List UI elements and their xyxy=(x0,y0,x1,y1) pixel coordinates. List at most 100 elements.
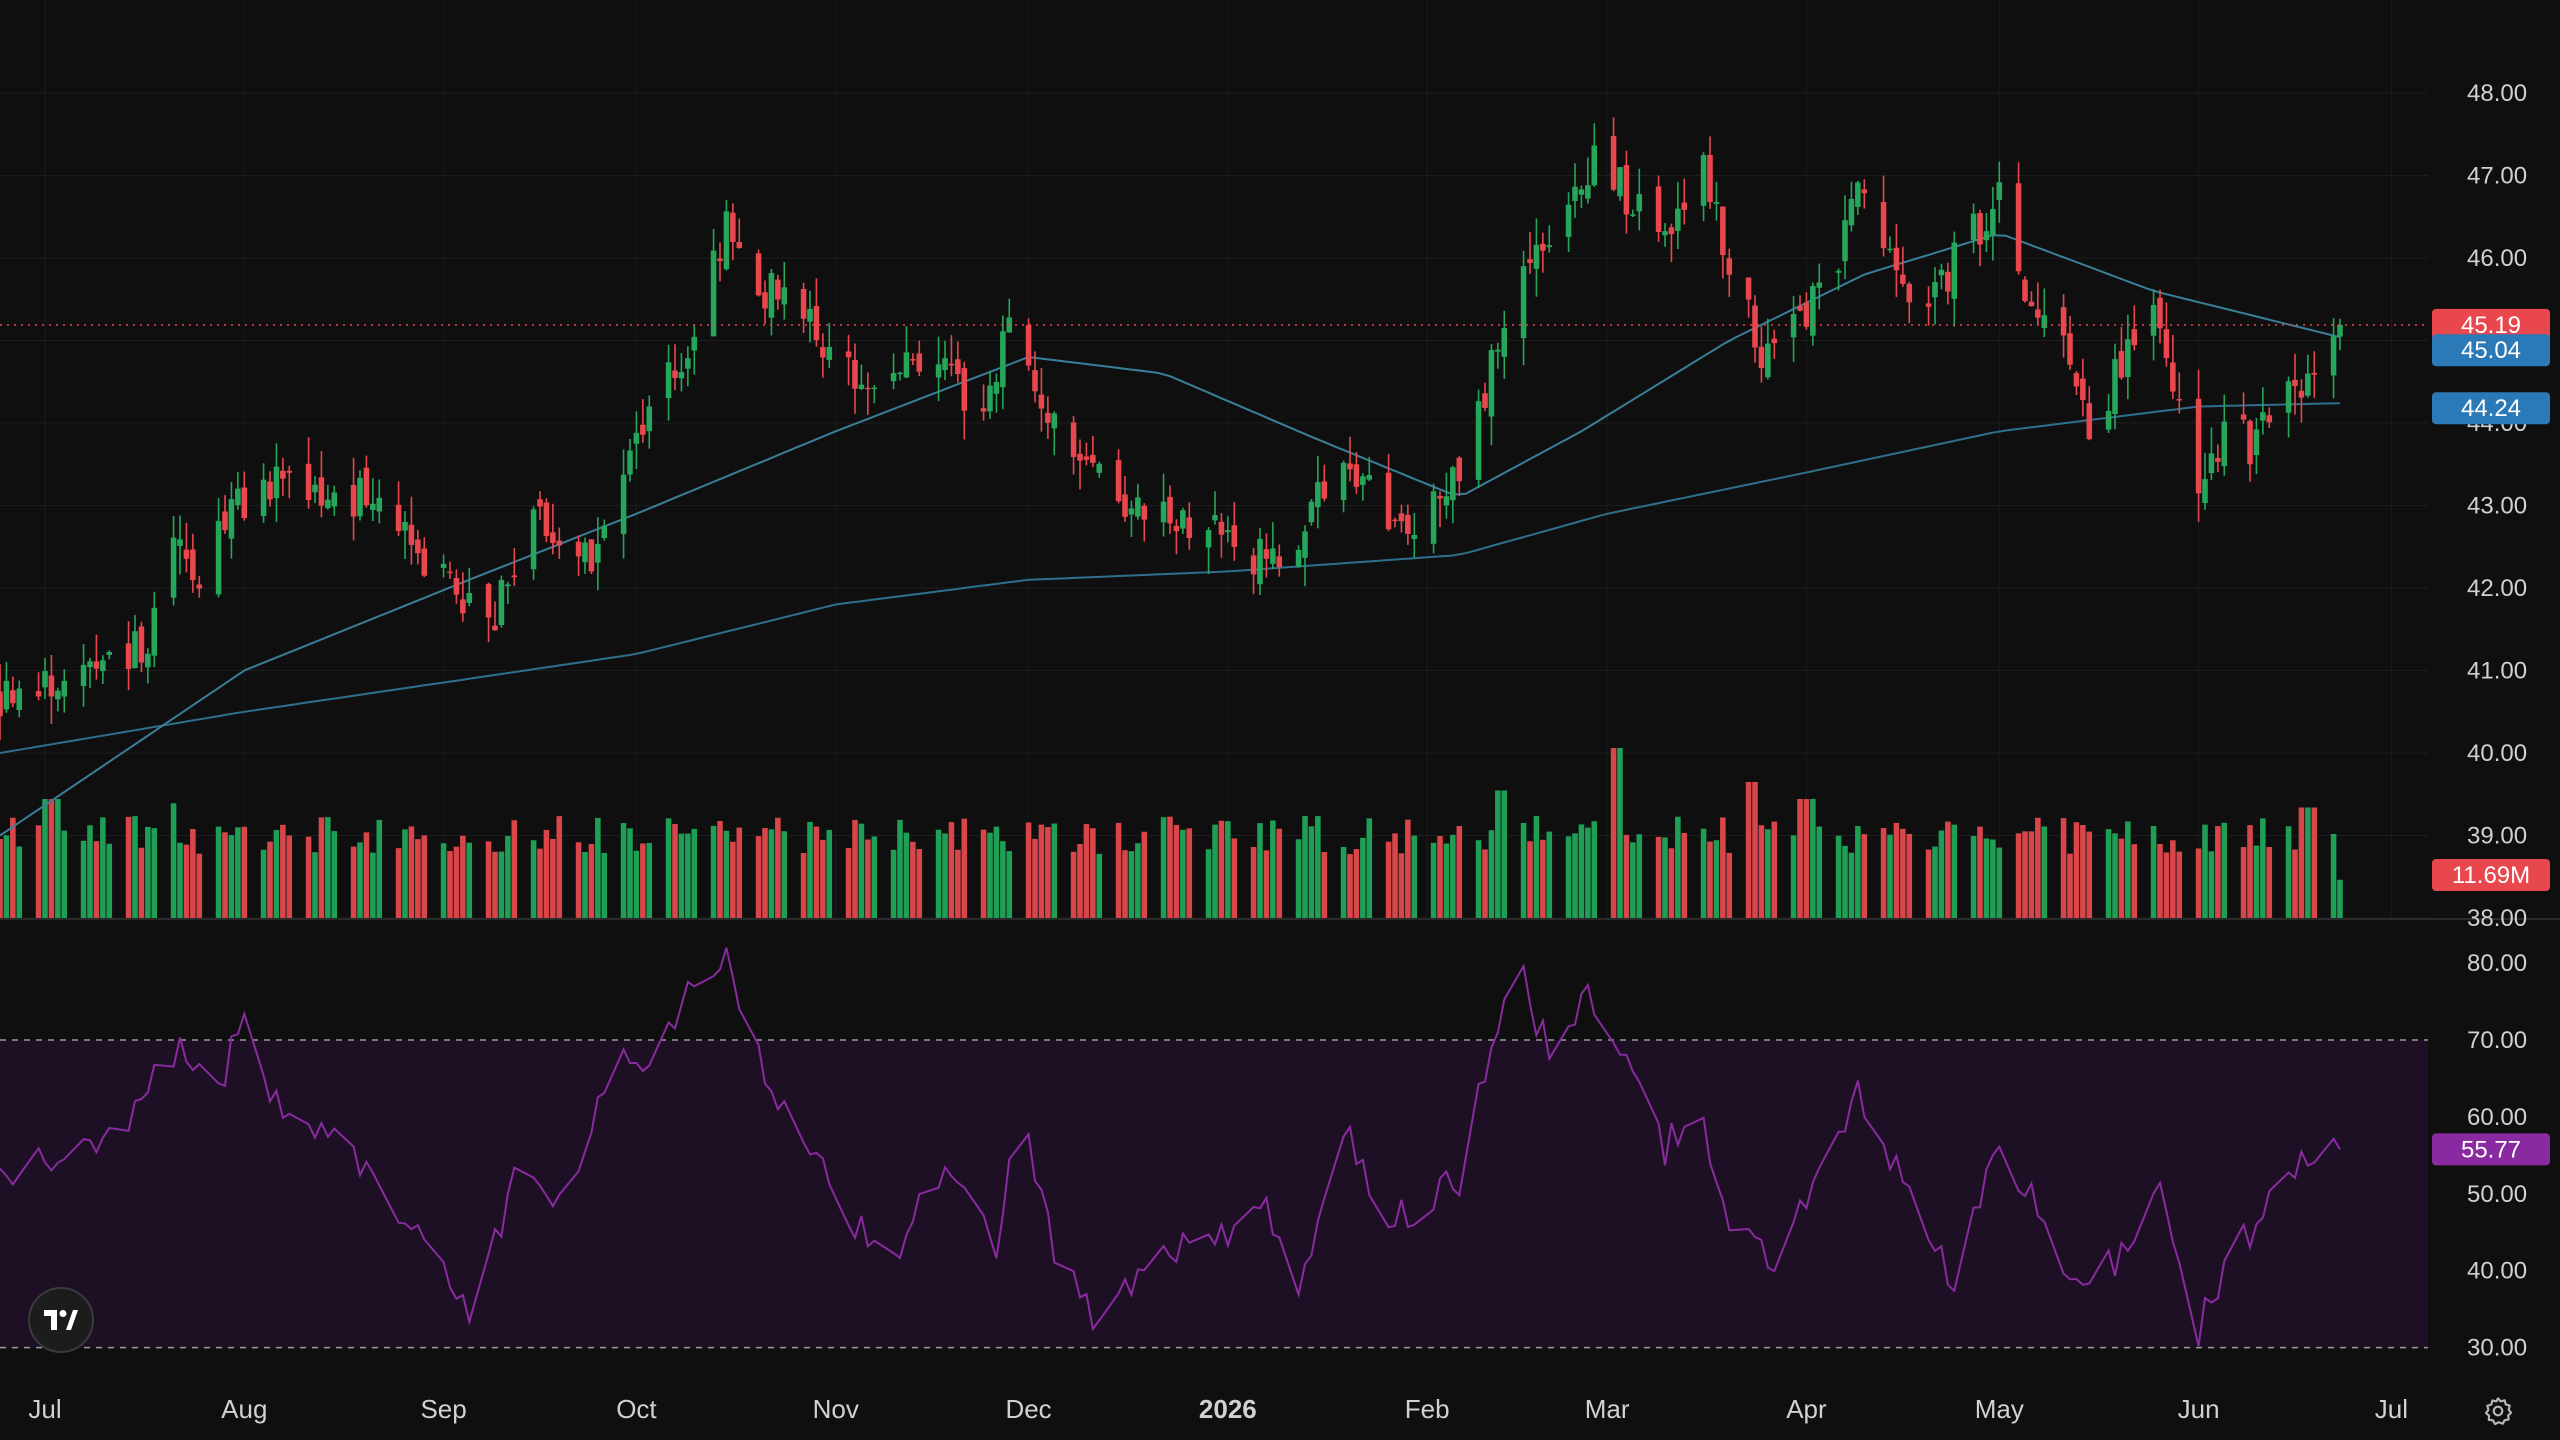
volume-bar xyxy=(1720,817,1726,918)
candle-down xyxy=(2240,414,2247,420)
volume-bar xyxy=(1700,828,1707,918)
volume-bar xyxy=(10,817,16,918)
candle-down xyxy=(196,584,203,589)
candle-down xyxy=(511,575,518,578)
volume-bar xyxy=(1000,841,1006,918)
volume-bar xyxy=(955,849,961,918)
candle-up xyxy=(678,372,685,379)
candle-up xyxy=(2202,479,2208,504)
volume-bar xyxy=(1070,851,1077,918)
volume-bar xyxy=(2176,851,2183,918)
time-tick-label: 2026 xyxy=(1199,1394,1257,1424)
volume-bar xyxy=(0,838,3,918)
candle-down xyxy=(2170,362,2176,392)
candle-down xyxy=(1115,460,1122,502)
candle-up xyxy=(807,308,813,322)
candle-down xyxy=(395,504,402,532)
volume-bar xyxy=(1045,827,1051,918)
volume-bar xyxy=(35,825,42,918)
candle-down xyxy=(241,487,248,519)
volume-bar xyxy=(100,817,106,918)
candle-up xyxy=(1520,266,1527,339)
candle-up xyxy=(1340,462,1347,501)
volume-bar xyxy=(1668,848,1675,918)
volume-bar xyxy=(582,851,588,918)
candle-up xyxy=(215,520,222,595)
candle-up xyxy=(1450,467,1456,501)
volume-bar xyxy=(453,846,460,918)
candle-up xyxy=(942,358,948,370)
volume-bar xyxy=(2118,838,2125,918)
candle-up xyxy=(595,544,601,563)
volume-bar xyxy=(575,842,582,918)
volume-bar xyxy=(871,836,878,918)
candle-down xyxy=(1681,202,1688,210)
volume-bar xyxy=(1945,821,1951,918)
volume-bar xyxy=(228,835,235,918)
volume-bar xyxy=(640,843,646,918)
volume-bar xyxy=(87,825,93,918)
candle-up xyxy=(1591,145,1598,186)
volume-bar xyxy=(125,816,132,918)
volume-bar xyxy=(460,835,466,918)
candle-down xyxy=(672,370,678,378)
candle-up xyxy=(1835,270,1842,273)
volume-bar xyxy=(505,835,511,918)
candle-up xyxy=(235,488,241,506)
candle-down xyxy=(0,691,3,717)
tradingview-logo-icon[interactable] xyxy=(28,1287,94,1353)
volume-bar xyxy=(2060,818,2067,918)
volume-bar xyxy=(498,851,505,918)
stock-chart[interactable]: 48.0047.0046.0045.0044.0043.0042.0041.00… xyxy=(0,0,2560,1440)
candle-down xyxy=(2015,183,2022,272)
volume-bar xyxy=(1160,817,1167,918)
candle-up xyxy=(1302,531,1308,558)
volume-bar xyxy=(813,826,820,918)
rsi-tick-label: 50.00 xyxy=(2467,1181,2527,1208)
candle-up xyxy=(1430,491,1437,544)
candle-up xyxy=(993,382,1000,394)
candle-down xyxy=(1276,556,1283,567)
volume-bar xyxy=(2247,825,2253,918)
price-tick-label: 39.00 xyxy=(2467,823,2527,850)
price-tick-label: 48.00 xyxy=(2467,80,2527,107)
candle-up xyxy=(55,690,61,700)
volume-bar xyxy=(2112,833,2118,918)
candle-down xyxy=(2086,403,2093,440)
candle-down xyxy=(1456,457,1463,482)
candle-up xyxy=(260,479,267,517)
candle-up xyxy=(273,466,280,499)
volume-bar xyxy=(627,828,633,918)
volume-bar xyxy=(948,822,955,918)
candle-up xyxy=(1983,231,1990,241)
candle-down xyxy=(1655,186,1662,233)
volume-bar xyxy=(2202,824,2208,918)
candle-down xyxy=(1803,302,1810,327)
rsi-tick-label: 40.00 xyxy=(2467,1258,2527,1285)
volume-bar xyxy=(1006,851,1013,918)
volume-bar xyxy=(492,851,498,918)
candle-up xyxy=(1713,202,1720,204)
volume-bar xyxy=(1520,822,1527,918)
candle-down xyxy=(2311,372,2318,375)
candle-up xyxy=(601,525,608,539)
settings-button[interactable] xyxy=(2478,1391,2518,1431)
candle-down xyxy=(575,541,582,557)
candle-up xyxy=(1051,413,1058,429)
candle-up xyxy=(42,671,48,688)
volume-bar xyxy=(1925,849,1932,918)
candle-down xyxy=(1900,274,1906,284)
candle-down xyxy=(421,548,428,576)
volume-bar xyxy=(190,829,196,918)
volume-bar xyxy=(2125,821,2131,918)
candle-down xyxy=(1321,481,1328,499)
candle-down xyxy=(1250,555,1257,575)
candle-down xyxy=(2060,307,2067,336)
volume-bar xyxy=(177,842,183,918)
volume-bar xyxy=(421,835,428,918)
volume-bar xyxy=(820,839,826,918)
price-tick-label: 38.00 xyxy=(2467,905,2527,932)
volume-bar xyxy=(1501,790,1508,918)
volume-bar xyxy=(325,817,331,918)
candle-down xyxy=(2176,399,2183,401)
